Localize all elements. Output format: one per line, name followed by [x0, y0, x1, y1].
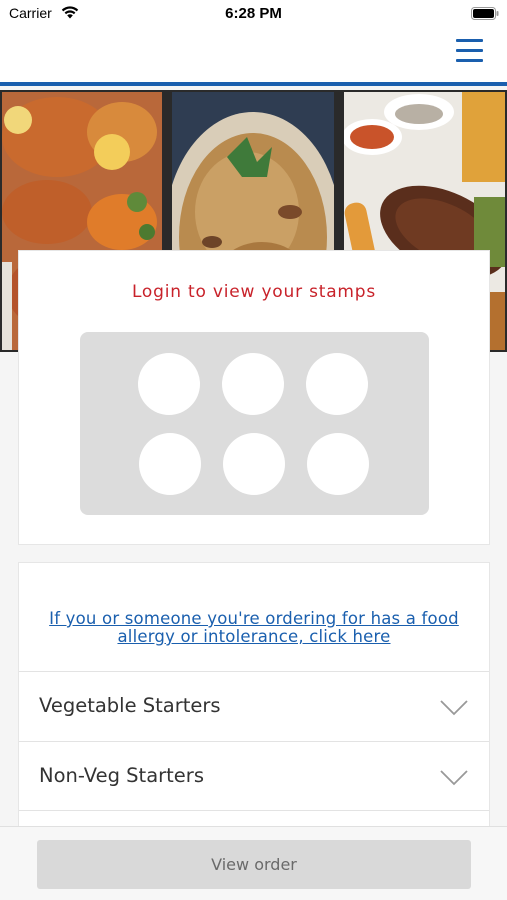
app-header [0, 30, 507, 86]
battery-icon [471, 7, 499, 20]
chevron-down-icon [440, 770, 468, 786]
chevron-down-icon [440, 700, 468, 716]
hamburger-menu-icon[interactable] [456, 39, 483, 63]
stamp-slot [222, 353, 284, 415]
stamps-card: Login to view your stamps [18, 250, 490, 545]
allergy-info-link[interactable]: If you or someone you're ordering for ha… [39, 610, 469, 646]
bottom-bar: View order [0, 826, 507, 900]
stamp-slot [139, 433, 201, 495]
menu-card: If you or someone you're ordering for ha… [18, 562, 490, 832]
category-vegetable-starters[interactable]: Vegetable Starters [19, 671, 489, 741]
status-bar: Carrier 6:28 PM [0, 0, 507, 30]
category-non-veg-starters[interactable]: Non-Veg Starters [19, 741, 489, 811]
clock: 6:28 PM [225, 5, 282, 22]
category-label: Non-Veg Starters [39, 764, 204, 787]
category-label: Vegetable Starters [39, 694, 221, 717]
stamp-slot [306, 353, 368, 415]
stamp-grid [80, 332, 429, 515]
stamp-slot [138, 353, 200, 415]
stamp-slot [307, 433, 369, 495]
stamp-slot [223, 433, 285, 495]
view-order-button[interactable]: View order [37, 840, 471, 889]
login-to-view-stamps-link[interactable]: Login to view your stamps [19, 282, 489, 302]
